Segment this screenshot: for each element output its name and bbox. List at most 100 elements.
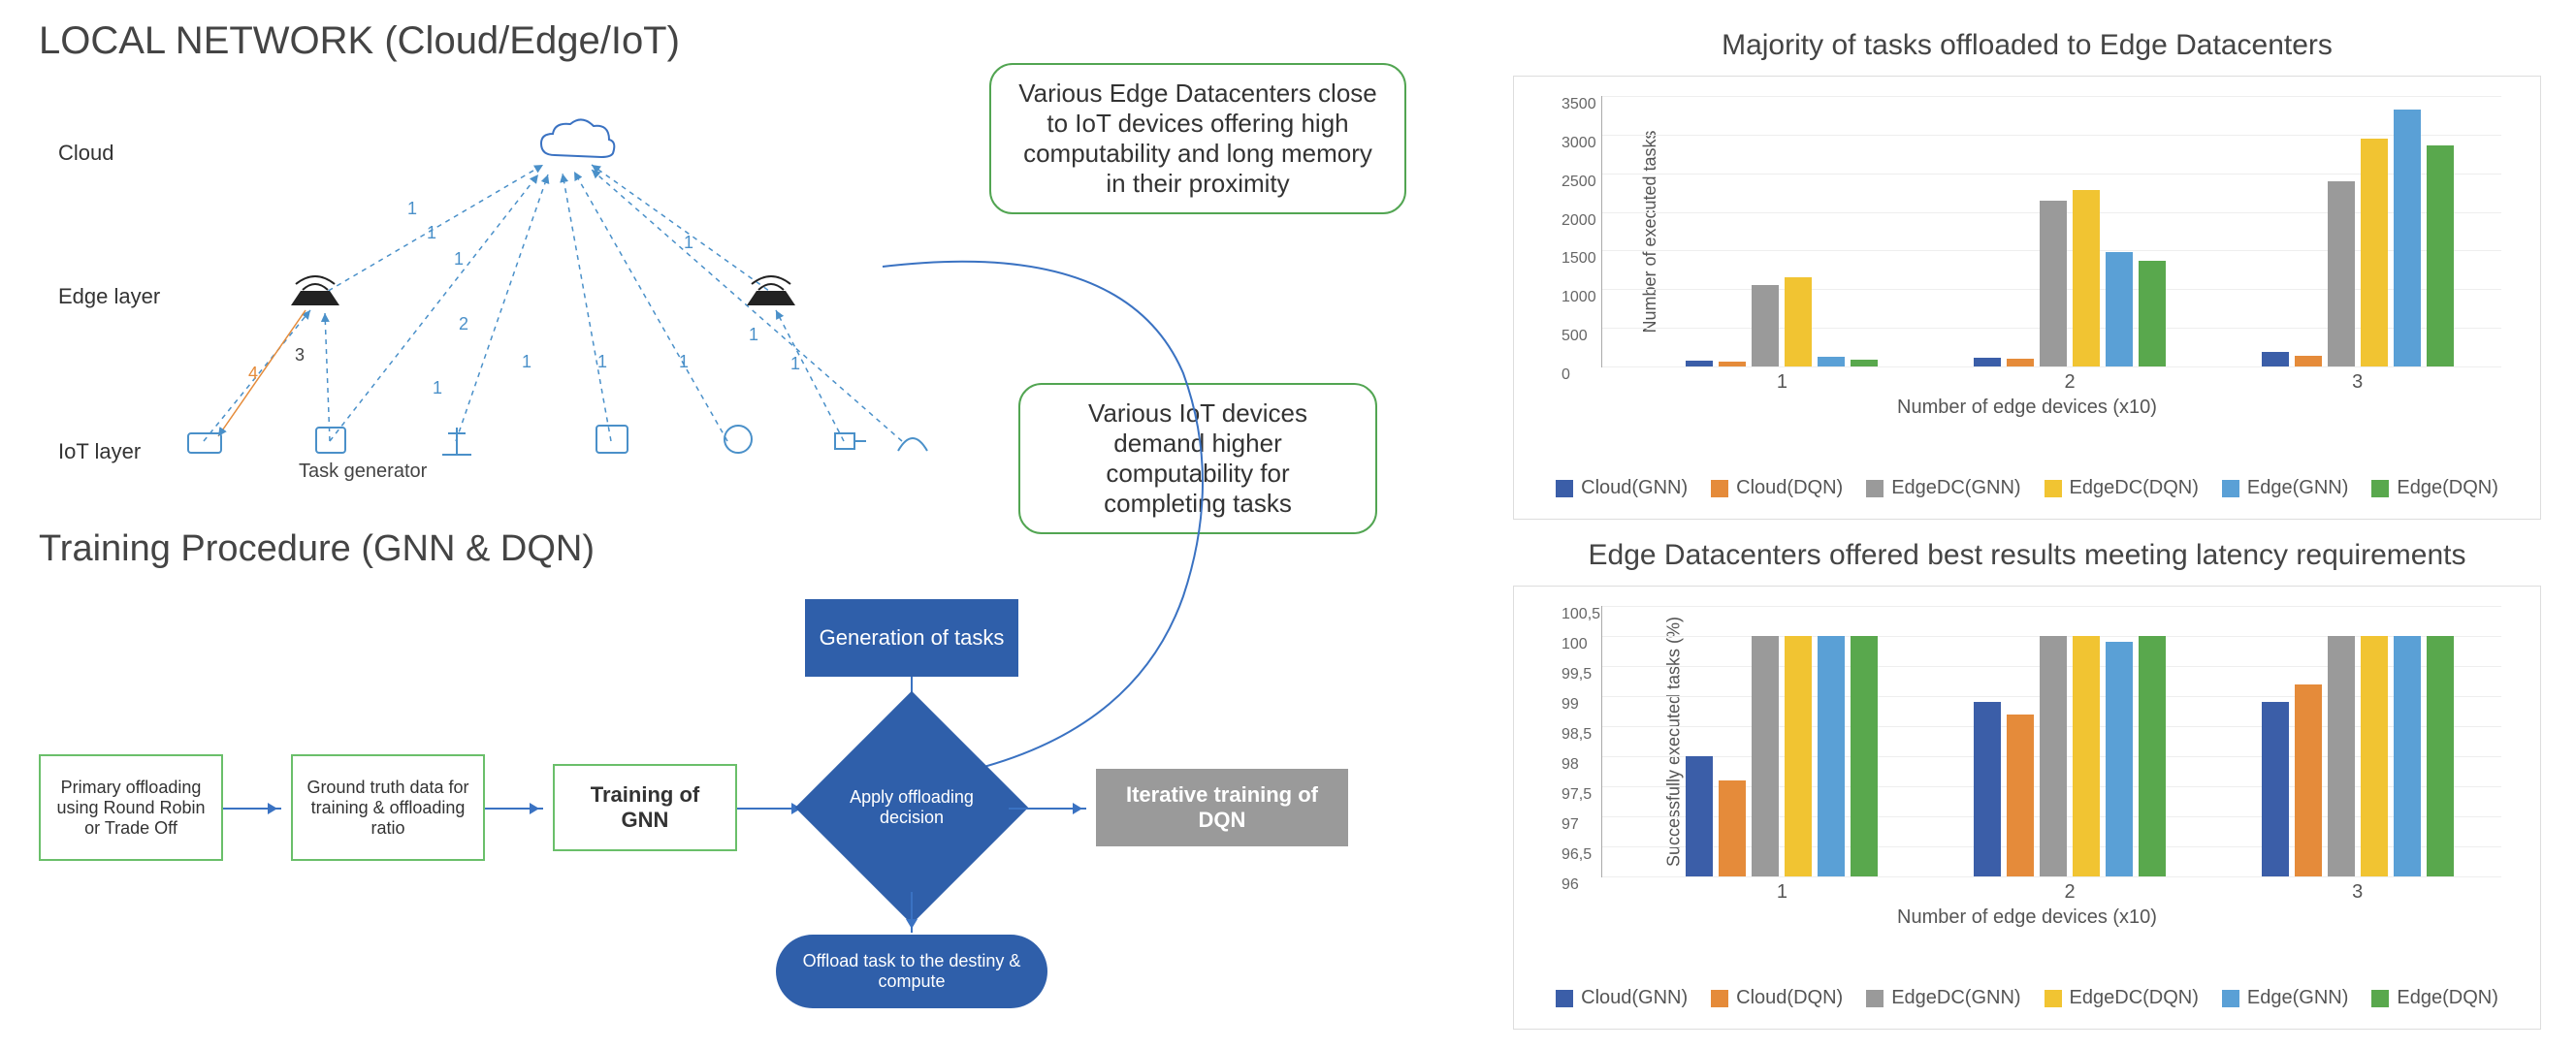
edge-router-icon	[737, 267, 805, 315]
legend-item: Edge(GNN)	[2222, 477, 2348, 499]
y-tick: 98	[1562, 756, 1579, 774]
y-tick: 97,5	[1562, 786, 1592, 804]
bar	[2040, 201, 2067, 366]
bar	[1818, 357, 1845, 366]
box-gen-tasks: Generation of tasks	[805, 599, 1018, 677]
bar	[2361, 636, 2388, 876]
y-tick: 96	[1562, 876, 1579, 894]
legend-swatch	[2045, 480, 2062, 497]
legend-label: EdgeDC(DQN)	[2070, 987, 2199, 1009]
legend-swatch	[1556, 480, 1573, 497]
task-generator-label: Task generator	[299, 461, 427, 483]
bar	[2295, 684, 2322, 876]
iot-device-icon	[310, 422, 351, 457]
arrow-icon	[911, 892, 913, 933]
legend-label: Cloud(DQN)	[1736, 477, 1843, 499]
chart2-xlabel: Number of edge devices (x10)	[1543, 906, 2511, 929]
edge-weight: 1	[433, 378, 442, 398]
chart1-canvas: Number of executed tasks 050010001500200…	[1601, 96, 2501, 367]
y-tick: 1500	[1562, 250, 1596, 268]
legend-swatch	[1711, 480, 1728, 497]
arrow-icon	[223, 808, 281, 810]
legend-item: EdgeDC(DQN)	[2045, 987, 2199, 1009]
chart1-title: Majority of tasks offloaded to Edge Data…	[1513, 29, 2541, 62]
y-tick: 97	[1562, 816, 1579, 834]
legend-item: Cloud(GNN)	[1556, 987, 1688, 1009]
bar	[2073, 190, 2100, 366]
iot-device-icon	[829, 422, 870, 457]
chart2-legend: Cloud(GNN) Cloud(DQN) EdgeDC(GNN) EdgeDC(DQ…	[1543, 977, 2511, 1019]
legend-swatch	[1866, 990, 1884, 1007]
bar	[1851, 360, 1878, 366]
legend-item: EdgeDC(GNN)	[1866, 987, 2020, 1009]
chart2-canvas: Successfully executed tasks (%) 9696,597…	[1601, 606, 2501, 877]
edge-weight: 1	[790, 354, 800, 374]
edge-weight: 2	[459, 314, 468, 334]
legend-label: Edge(DQN)	[2397, 987, 2497, 1009]
y-tick: 96,5	[1562, 846, 1592, 864]
iot-device-icon	[718, 422, 758, 457]
legend-item: EdgeDC(GNN)	[1866, 477, 2020, 499]
bar-group: 2	[1935, 96, 2205, 366]
legend-label: Edge(GNN)	[2247, 987, 2348, 1009]
bar	[2328, 181, 2355, 366]
bar	[1785, 277, 1812, 366]
decision-label: Apply offloading decision	[829, 787, 994, 828]
legend-swatch	[2371, 990, 2389, 1007]
legend-swatch	[2222, 480, 2239, 497]
bar	[1719, 362, 1746, 366]
edge-weight: 1	[684, 233, 693, 253]
bar	[1974, 358, 2001, 366]
bar	[1851, 636, 1878, 876]
legend-label: EdgeDC(GNN)	[1891, 477, 2020, 499]
bar	[1974, 702, 2001, 876]
cloud-icon	[533, 116, 621, 170]
network-diagram: Cloud Edge layer IoT layer	[39, 73, 1474, 490]
bar	[2427, 636, 2454, 876]
legend-swatch	[1556, 990, 1573, 1007]
bar	[2262, 352, 2289, 366]
chart1-legend: Cloud(GNN)Cloud(DQN)EdgeDC(GNN)EdgeDC(DQ…	[1543, 467, 2511, 509]
bar	[1686, 756, 1713, 876]
y-tick: 2500	[1562, 174, 1596, 191]
y-tick: 2000	[1562, 212, 1596, 230]
decision-diamond: Apply offloading decision	[795, 691, 1028, 924]
legend-label: Edge(GNN)	[2247, 477, 2348, 499]
bar	[2394, 636, 2421, 876]
bar	[1719, 780, 1746, 876]
x-category: 2	[1935, 371, 2205, 394]
legend-label: EdgeDC(DQN)	[2070, 477, 2199, 499]
y-tick: 0	[1562, 366, 1570, 384]
legend-swatch	[2371, 480, 2389, 497]
legend-swatch	[2222, 990, 2239, 1007]
box-ground-truth: Ground truth data for training & offload…	[291, 754, 485, 861]
y-tick: 99	[1562, 696, 1579, 714]
y-tick: 98,5	[1562, 726, 1592, 744]
edge-weight: 4	[248, 364, 258, 384]
bar	[1752, 636, 1779, 876]
bar	[2262, 702, 2289, 876]
chart1-block: Number of executed tasks 050010001500200…	[1513, 76, 2541, 520]
bar	[2139, 636, 2166, 876]
edge-weight: 1	[749, 325, 758, 345]
edge-weight: 1	[407, 199, 417, 219]
flowchart: Primary offloading using Round Robin or …	[39, 589, 1474, 997]
arrow-icon	[485, 808, 543, 810]
callout-edge-dc: Various Edge Datacenters close to IoT de…	[989, 63, 1406, 214]
legend-label: EdgeDC(GNN)	[1891, 987, 2020, 1009]
bar-group: 1	[1647, 96, 1916, 366]
y-tick: 99,5	[1562, 666, 1592, 683]
legend-swatch	[1711, 990, 1728, 1007]
y-tick: 100	[1562, 636, 1588, 653]
x-category: 3	[2223, 881, 2493, 904]
y-tick: 500	[1562, 328, 1588, 345]
bar	[2295, 356, 2322, 366]
legend-item: EdgeDC(DQN)	[2045, 477, 2199, 499]
chart2-block: Successfully executed tasks (%) 9696,597…	[1513, 586, 2541, 1030]
y-tick: 1000	[1562, 289, 1596, 306]
x-category: 1	[1647, 371, 1916, 394]
legend-label: Cloud(DQN)	[1736, 987, 1843, 1009]
bar	[1818, 636, 1845, 876]
box-train-dqn: Iterative training of DQN	[1096, 769, 1348, 846]
bar	[2106, 642, 2133, 876]
